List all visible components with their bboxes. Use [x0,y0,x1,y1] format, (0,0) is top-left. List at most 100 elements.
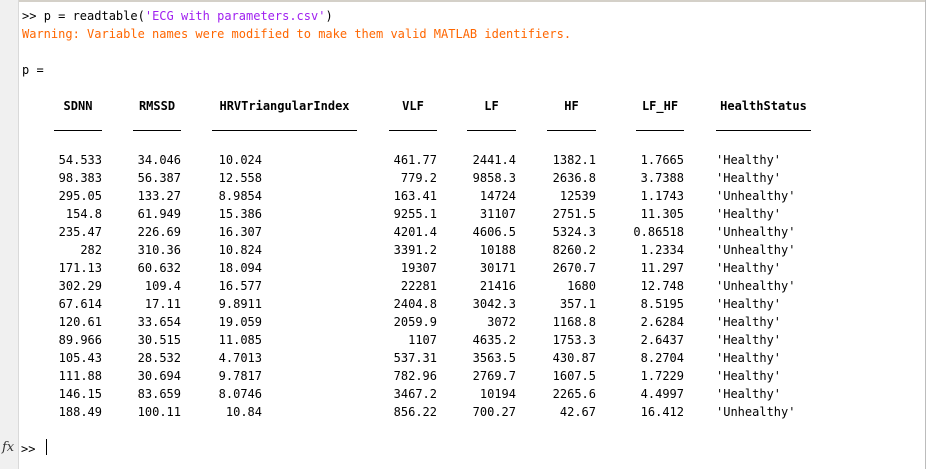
table-cell: 14724 [479,189,516,203]
table-cell: 12539 [559,189,596,203]
table-cell: 4201.4 [393,225,437,239]
table-cell: 'Healthy' [716,261,782,275]
table-cell: 100.11 [137,405,181,419]
table-cell: 31107 [479,207,516,221]
table-cell: 8.9854 [218,189,262,203]
table-cell: 'Healthy' [716,333,782,347]
table-cell: 9858.3 [472,171,516,185]
table-cell: 4635.2 [472,333,516,347]
column-header: VLF [402,99,424,113]
table-cell: 154.8 [65,207,102,221]
table-cell: 282 [80,243,102,257]
table-cell: 3042.3 [472,297,516,311]
table-cell: 163.41 [393,189,437,203]
table-cell: 56.387 [137,171,181,185]
table-cell: 111.88 [58,369,102,383]
table-cell: 188.49 [58,405,102,419]
table-cell: 3391.2 [393,243,437,257]
table-cell: 'Healthy' [716,153,782,167]
table-cell: 4.7013 [218,351,262,365]
column-header-underline [133,130,181,131]
table-cell: 3072 [487,315,516,329]
table-cell: 8.0746 [218,387,262,401]
table-cell: 11.305 [640,207,684,221]
table-cell: 12.558 [218,171,262,185]
table-cell: 'Unhealthy' [716,225,796,239]
table-cell: 8260.2 [552,243,596,257]
table-cell: 'Healthy' [716,207,782,221]
table-cell: 105.43 [58,351,102,365]
column-header: RMSSD [138,99,176,113]
text-caret[interactable] [46,439,47,455]
command-window-gutter [0,0,18,469]
table-cell: 2059.9 [393,315,437,329]
table-cell: 2751.5 [552,207,596,221]
table-cell: 5324.3 [552,225,596,239]
table-cell: 171.13 [58,261,102,275]
gutter-divider [18,0,19,469]
table-cell: 'Healthy' [716,351,782,365]
table-cell: 30.694 [137,369,181,383]
table-cell: 4.4997 [640,387,684,401]
table-cell: 779.2 [400,171,437,185]
column-header-underline [389,130,437,131]
column-header-underline [54,130,102,131]
table-cell: 700.27 [472,405,516,419]
table-cell: 28.532 [137,351,181,365]
table-cell: 1680 [567,279,596,293]
table-cell: 2670.7 [552,261,596,275]
table-cell: 1.7229 [640,369,684,383]
table-cell: 782.96 [393,369,437,383]
table-cell: 3563.5 [472,351,516,365]
command-prompt: >> [22,9,44,23]
table-cell: 'Unhealthy' [716,405,796,419]
table-cell: 16.412 [640,405,684,419]
table-cell: 12.748 [640,279,684,293]
table-cell: 19307 [400,261,437,275]
column-header: HF [564,99,579,113]
table-cell: 10.024 [218,153,262,167]
table-cell: 4606.5 [472,225,516,239]
command-code-after: ) [325,9,333,23]
table-cell: 1168.8 [552,315,596,329]
table-cell: 10188 [479,243,516,257]
table-cell: 83.659 [137,387,181,401]
column-header-underline [636,130,684,131]
table-cell: 226.69 [137,225,181,239]
table-cell: 120.61 [58,315,102,329]
fx-icon[interactable]: fx [2,440,14,455]
column-header: LF_HF [641,99,679,113]
table-cell: 295.05 [58,189,102,203]
column-header: HRVTriangularIndex [219,99,350,113]
table-cell: 16.307 [218,225,262,239]
column-header-underline [467,130,516,131]
column-header-underline [212,130,357,131]
table-cell: 8.2704 [640,351,684,365]
table-cell: 3467.2 [393,387,437,401]
table-cell: 11.085 [218,333,262,347]
table-cell: 30171 [479,261,516,275]
column-header-underline [716,130,811,131]
table-cell: 98.383 [58,171,102,185]
table-cell: 2.6284 [640,315,684,329]
table-cell: 18.094 [218,261,262,275]
table-cell: 15.386 [218,207,262,221]
column-header: SDNN [63,99,93,113]
table-cell: 2265.6 [552,387,596,401]
table-cell: 'Unhealthy' [716,279,796,293]
table-cell: 'Healthy' [716,297,782,311]
table-cell: 146.15 [58,387,102,401]
table-cell: 67.614 [58,297,102,311]
command-line: >> p = readtable('ECG with parameters.cs… [22,9,333,23]
table-cell: 1607.5 [552,369,596,383]
table-cell: 430.87 [552,351,596,365]
table-cell: 8.5195 [640,297,684,311]
table-cell: 11.297 [640,261,684,275]
column-header-underline [547,130,596,131]
table-cell: 61.949 [137,207,181,221]
table-cell: 30.515 [137,333,181,347]
table-cell: 'Healthy' [716,387,782,401]
column-header: HealthStatus [720,99,807,113]
table-cell: 0.86518 [633,225,684,239]
table-cell: 1.1743 [640,189,684,203]
